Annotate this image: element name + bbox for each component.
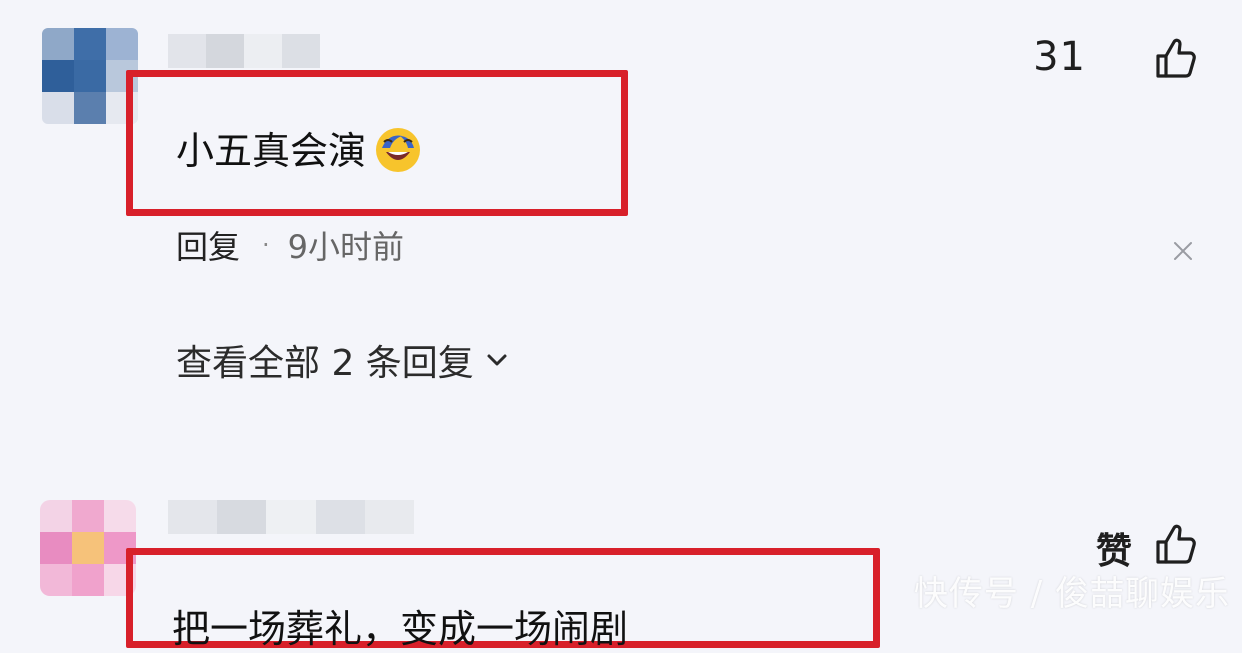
avatar[interactable] <box>42 28 138 124</box>
timestamp: 9小时前 <box>287 228 405 266</box>
comment-text: 小五真会演 <box>176 120 424 175</box>
like-count: 31 <box>1033 34 1086 80</box>
view-replies-button[interactable]: 查看全部 2 条回复 <box>176 334 512 386</box>
username[interactable] <box>168 34 320 68</box>
thumbs-up-icon[interactable] <box>1152 520 1200 568</box>
meta-separator: · <box>262 231 270 259</box>
comment-item: 31 小五真会演 回复 · 9小时前 查看全部 2 条回复 <box>0 0 1242 470</box>
chevron-down-icon <box>487 354 507 366</box>
username[interactable] <box>168 500 415 534</box>
comment-meta: 回复 · 9小时前 <box>176 222 404 268</box>
laughing-crying-emoji <box>376 127 421 172</box>
thumbs-up-icon[interactable] <box>1152 34 1200 82</box>
close-icon[interactable] <box>1170 238 1196 264</box>
view-replies-label: 查看全部 2 条回复 <box>176 343 474 384</box>
watermark: 快传号 / 俊喆聊娱乐 <box>913 574 1230 614</box>
comment-text-content: 把一场葬礼，变成一场闹剧 <box>172 607 629 651</box>
comment-text: 把一场葬礼，变成一场闹剧 <box>172 598 628 653</box>
avatar[interactable] <box>40 500 136 596</box>
comment-text-content: 小五真会演 <box>176 129 367 173</box>
reply-button[interactable]: 回复 <box>176 222 240 268</box>
